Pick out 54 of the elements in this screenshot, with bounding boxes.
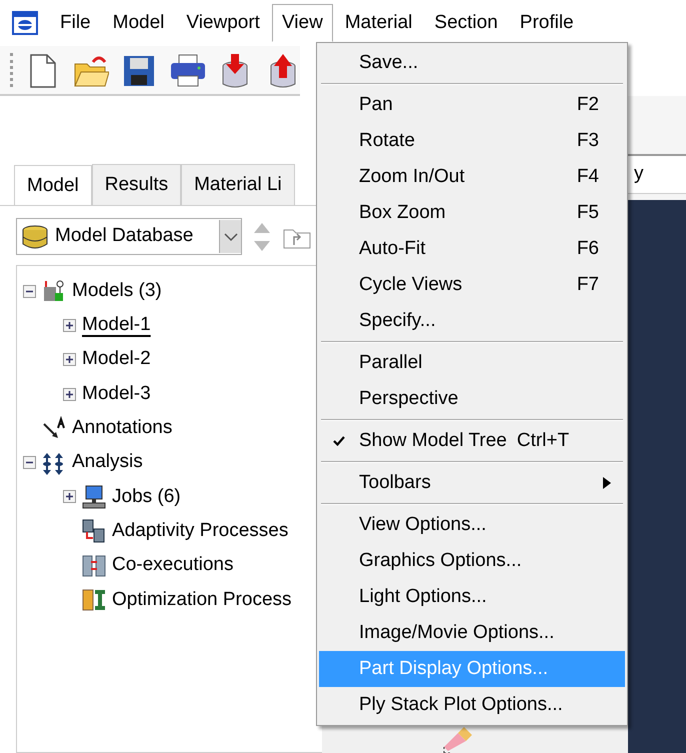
- analysis-icon: [42, 450, 66, 475]
- tab[interactable]: Material Li: [181, 164, 295, 205]
- menu-item[interactable]: Box Zoom F5: [319, 195, 625, 231]
- menu-item[interactable]: Toolbars: [319, 465, 625, 501]
- tree-item[interactable]: Analysis: [72, 448, 143, 477]
- menu-item[interactable]: Save...: [319, 45, 625, 81]
- printer-icon[interactable]: [169, 52, 205, 88]
- menu-item[interactable]: Graphics Options...: [319, 543, 625, 579]
- menu-item[interactable]: File: [50, 4, 101, 42]
- menu-item[interactable]: Pan F2: [319, 87, 625, 123]
- menu-item[interactable]: Material: [334, 4, 422, 42]
- tree-item[interactable]: Co-executions: [112, 551, 234, 580]
- menu-item[interactable]: Zoom In/Out F4: [319, 159, 625, 195]
- expand-icon[interactable]: [65, 492, 74, 502]
- expand-icon[interactable]: [65, 355, 74, 364]
- menu-item[interactable]: Light Options...: [319, 579, 625, 615]
- text-field[interactable]: y: [628, 154, 686, 194]
- grid-arrow-icon: [82, 519, 106, 544]
- expand-icon[interactable]: [65, 320, 74, 330]
- database-dropdown[interactable]: Model Database: [16, 218, 242, 255]
- menu-item[interactable]: Image/Movie Options...: [319, 615, 625, 651]
- menu-item[interactable]: Model: [102, 4, 174, 42]
- computer-icon: [82, 484, 106, 509]
- tree-item[interactable]: Model-2: [82, 345, 151, 374]
- menu-item[interactable]: Auto-Fit F6: [319, 231, 625, 267]
- caret-icon: [224, 232, 238, 242]
- models-icon: [42, 279, 66, 304]
- tree-item[interactable]: Annotations: [72, 414, 172, 443]
- exchange-grid-icon: [82, 554, 106, 578]
- menu-item[interactable]: Parallel: [319, 345, 625, 381]
- submenu-arrow-icon: [603, 477, 611, 489]
- menu-item[interactable]: Show Model Tree Ctrl+T: [319, 423, 625, 459]
- tree-item[interactable]: Model-1: [82, 311, 151, 340]
- expand-icon[interactable]: [65, 390, 74, 399]
- app-icon[interactable]: [12, 11, 38, 35]
- menu-item[interactable]: Perspective: [319, 381, 625, 417]
- tree-item[interactable]: Model-3: [82, 380, 151, 408]
- tree-item[interactable]: Adaptivity Processes: [112, 516, 288, 546]
- tab[interactable]: Results: [92, 164, 182, 205]
- menu-item[interactable]: Section: [424, 4, 508, 42]
- menu-item[interactable]: Viewport: [176, 4, 270, 42]
- menu-item[interactable]: Rotate F3: [319, 123, 625, 159]
- menu-item[interactable]: View Options...: [319, 507, 625, 543]
- database-icon: [21, 222, 49, 250]
- menu-item[interactable]: Cycle Views F7: [319, 267, 625, 303]
- tree-item[interactable]: Models (3): [72, 276, 162, 306]
- menu-item[interactable]: Profile: [510, 4, 584, 42]
- tab[interactable]: Model: [14, 165, 92, 205]
- tree-item[interactable]: Jobs (6): [112, 482, 181, 512]
- menu-item[interactable]: Ply Stack Plot Options...: [319, 687, 625, 723]
- menu-item[interactable]: Specify...: [319, 303, 625, 339]
- annotation-arrow-icon: [42, 416, 66, 440]
- tree-item[interactable]: Optimization Process: [112, 586, 292, 614]
- beam-grid-icon: [82, 588, 106, 612]
